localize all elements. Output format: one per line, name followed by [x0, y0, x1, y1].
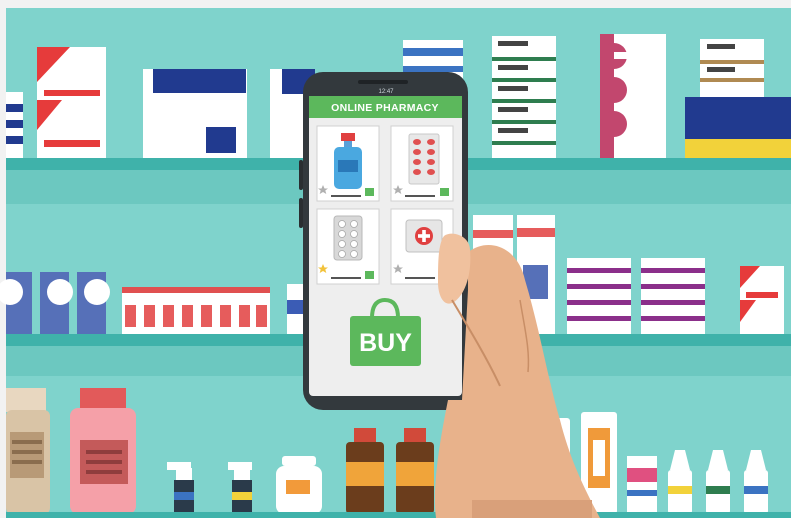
medicine-box [740, 266, 784, 334]
add-to-cart-icon[interactable] [440, 188, 449, 196]
medicine-box [567, 258, 631, 334]
cream-tub [276, 456, 322, 514]
medicine-box [685, 97, 791, 158]
product-card[interactable] [316, 125, 380, 202]
pharmacy-scene: 12:47 ONLINE PHARMACY BUY [0, 8, 791, 518]
vial-row [122, 287, 270, 334]
medicine-box [37, 47, 106, 158]
medicine-box [40, 272, 73, 334]
sleeve [472, 500, 592, 518]
medicine-box [0, 272, 32, 334]
medicine-box [492, 36, 556, 158]
medicine-box [143, 69, 247, 158]
medicine-jar [6, 388, 50, 514]
pill-pack-icon [333, 215, 363, 261]
status-time: 12:47 [378, 89, 394, 95]
small-box [627, 456, 657, 514]
shelf-3 [6, 512, 791, 518]
product-card[interactable] [316, 208, 380, 285]
pill-strip-icon [408, 133, 440, 185]
app-title: ONLINE PHARMACY [331, 102, 439, 114]
product-card[interactable] [390, 125, 454, 202]
medicine-box [700, 39, 764, 97]
add-to-cart-icon[interactable] [365, 271, 374, 279]
add-to-cart-icon[interactable] [365, 188, 374, 196]
first-aid-box-icon [405, 219, 443, 253]
medicine-box [600, 34, 666, 158]
buy-label: BUY [359, 329, 412, 357]
medicine-box [641, 258, 705, 334]
medicine-box [6, 92, 23, 158]
medicine-box [77, 272, 110, 334]
